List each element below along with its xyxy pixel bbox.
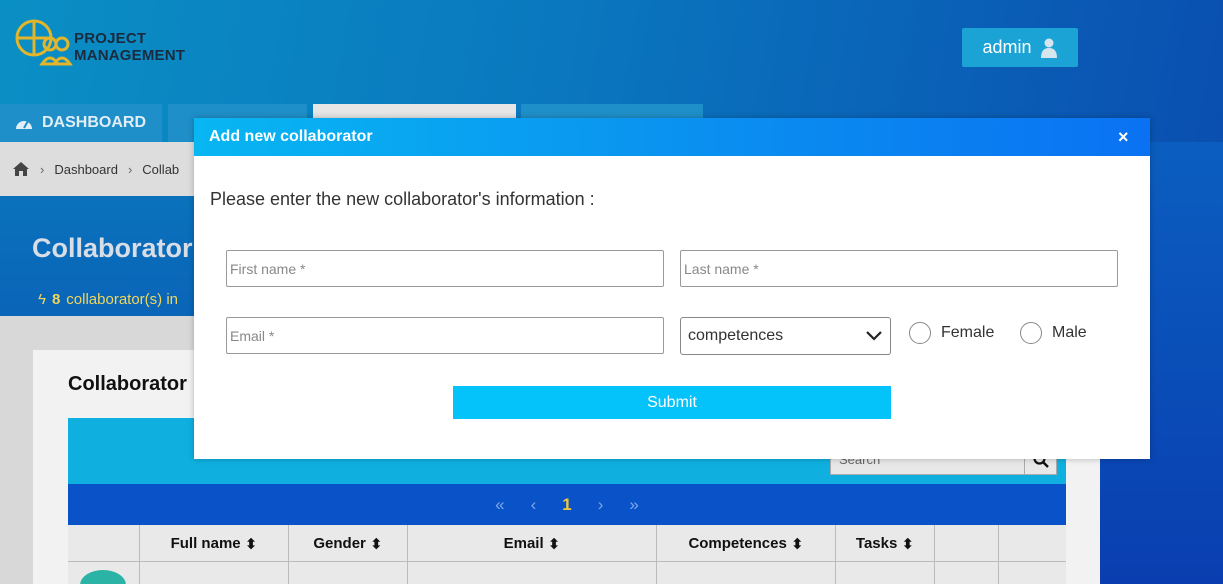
close-icon[interactable]: × xyxy=(1118,128,1132,146)
competences-selected-value: competences xyxy=(688,327,784,344)
male-label: Male xyxy=(1052,324,1087,341)
male-radio[interactable] xyxy=(1020,322,1042,344)
submit-button[interactable]: Submit xyxy=(453,386,891,419)
first-name-placeholder: First name * xyxy=(230,260,306,277)
modal-header: Add new collaborator xyxy=(194,118,1150,156)
gender-female-option[interactable]: Female xyxy=(909,322,994,344)
email-placeholder: Email * xyxy=(230,327,275,344)
add-collaborator-modal: Add new collaborator × Please enter the … xyxy=(194,118,1150,459)
competences-select[interactable]: competences xyxy=(680,317,891,355)
first-name-input[interactable]: First name * xyxy=(226,250,664,287)
gender-male-option[interactable]: Male xyxy=(1020,322,1087,344)
modal-title: Add new collaborator xyxy=(209,128,373,145)
female-label: Female xyxy=(941,324,995,341)
female-radio[interactable] xyxy=(909,322,931,344)
last-name-input[interactable]: Last name * xyxy=(680,250,1118,287)
last-name-placeholder: Last name * xyxy=(684,260,759,277)
chevron-down-icon xyxy=(866,331,882,341)
modal-intro-text: Please enter the new collaborator's info… xyxy=(210,189,595,209)
email-input[interactable]: Email * xyxy=(226,317,664,354)
